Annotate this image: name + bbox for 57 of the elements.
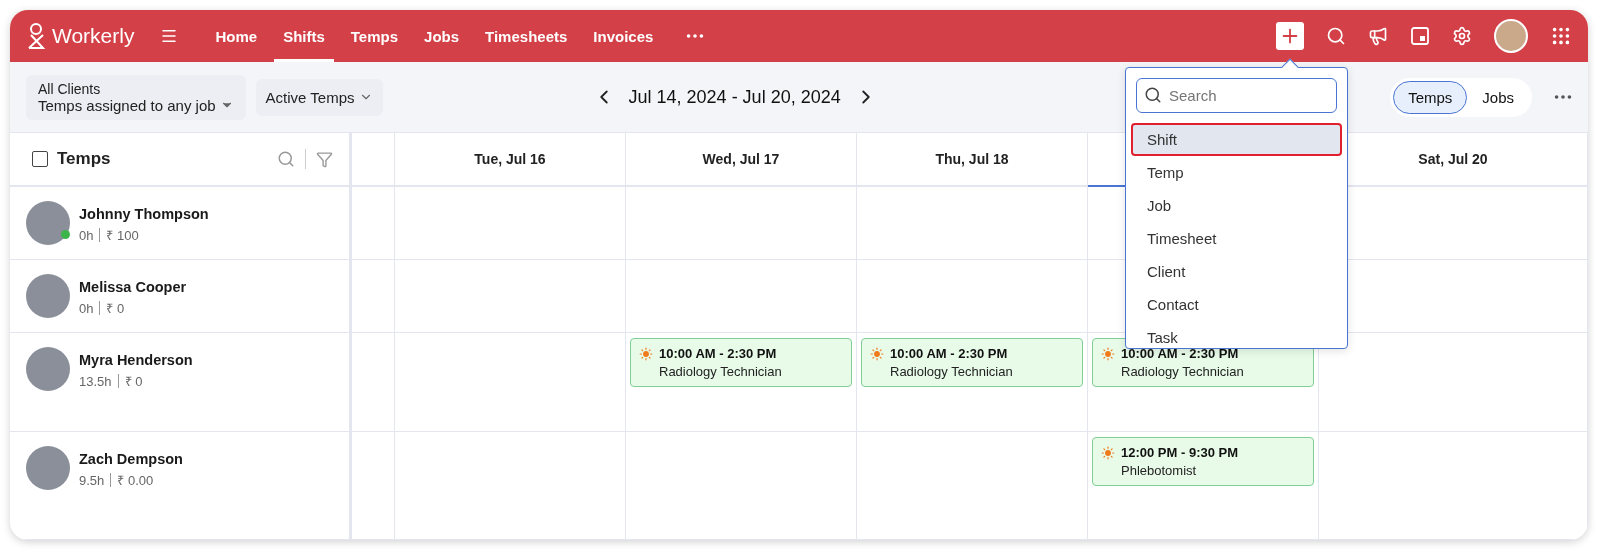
view-toggle-option[interactable]: Jobs [1467, 80, 1529, 114]
menu-item[interactable]: Job [1131, 189, 1342, 222]
pay-rate: ₹ 0.00 [117, 472, 154, 489]
nav-tab[interactable]: Timesheets [476, 10, 577, 62]
add-button[interactable] [1276, 22, 1304, 50]
sun-icon [1101, 445, 1115, 460]
shift-card[interactable]: 12:00 PM - 9:30 PM Phlebotomist [1092, 437, 1314, 486]
search-field[interactable]: Search [1136, 78, 1337, 113]
avatar [26, 446, 70, 490]
temp-name[interactable]: Myra Henderson [79, 352, 193, 368]
date-range: Jul 14, 2024 - Jul 20, 2024 [628, 86, 841, 108]
nav-tab[interactable]: Temps [341, 10, 408, 62]
user-avatar[interactable] [1494, 19, 1528, 53]
temp-name[interactable]: Zach Dempson [79, 451, 183, 467]
day-header: Tue, Jul 16 [395, 133, 626, 187]
client-filter[interactable]: All Clients Temps assigned to any job [26, 74, 246, 120]
calendar-icon[interactable] [1410, 26, 1430, 46]
menu-item[interactable]: Timesheet [1131, 222, 1342, 255]
select-all-checkbox[interactable] [32, 151, 48, 167]
sun-icon [870, 346, 884, 361]
column-title: Temps [57, 149, 111, 169]
avatar [26, 201, 70, 245]
pay-rate: ₹ 0 [106, 300, 125, 317]
menu-icon[interactable] [160, 27, 179, 45]
avatar [26, 347, 70, 391]
app-name: Workerly [52, 24, 135, 48]
sun-icon [1101, 346, 1115, 361]
hours: 9.5h [79, 472, 105, 488]
hours: 13.5h [79, 373, 112, 389]
avatar [26, 274, 70, 318]
menu-item[interactable]: Contact [1131, 288, 1342, 321]
logo-icon [26, 22, 46, 50]
menu-item[interactable]: Shift [1131, 123, 1342, 156]
pay-rate: ₹ 100 [106, 227, 139, 244]
menu-item[interactable]: Client [1131, 255, 1342, 288]
settings-icon[interactable] [1452, 26, 1472, 46]
apps-grid-icon[interactable] [1550, 25, 1572, 47]
nav-tab[interactable]: Invoices [584, 10, 663, 62]
nav-tab[interactable]: Home [206, 10, 267, 62]
search-icon[interactable] [277, 150, 295, 168]
hours: 0h [79, 300, 94, 316]
view-toggle-option[interactable]: Temps [1393, 80, 1468, 114]
shift-card[interactable]: 10:00 AM - 2:30 PM Radiology Technician [861, 338, 1083, 387]
nav-tab[interactable]: Jobs [415, 10, 469, 62]
filter-icon[interactable] [316, 150, 333, 168]
sun-icon [639, 346, 653, 361]
search-icon[interactable] [1326, 26, 1346, 46]
temp-name[interactable]: Johnny Thompson [79, 206, 209, 222]
status-filter[interactable]: Active Temps [255, 78, 383, 116]
day-header: Thu, Jul 18 [857, 133, 1088, 187]
temp-name[interactable]: Melissa Cooper [79, 279, 187, 295]
shift-card[interactable]: 10:00 AM - 2:30 PM Radiology Technician [630, 338, 852, 387]
day-header: Wed, Jul 17 [626, 133, 857, 187]
search-icon [1144, 86, 1162, 104]
pay-rate: ₹ 0 [124, 373, 143, 390]
megaphone-icon[interactable] [1368, 26, 1388, 46]
hours: 0h [79, 227, 94, 243]
